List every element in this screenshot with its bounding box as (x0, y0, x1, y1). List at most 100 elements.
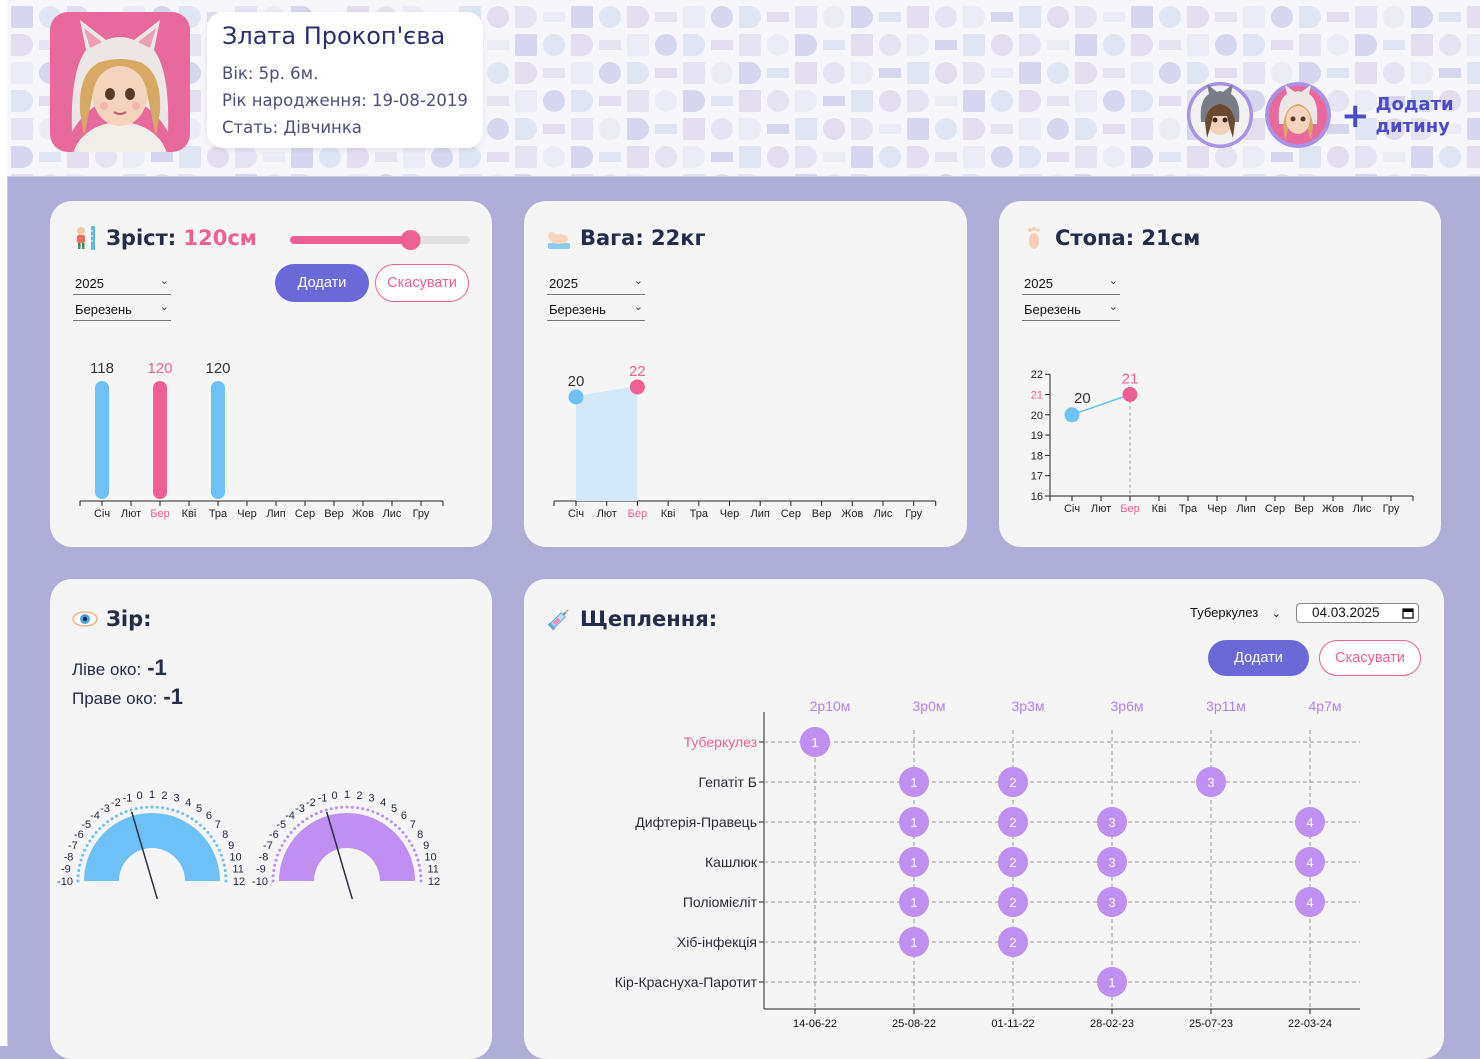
pattern-circle (711, 62, 733, 84)
pattern-square (907, 118, 929, 140)
height-month-select[interactable]: Березень ⌄ (73, 301, 171, 321)
pattern-halfround (1131, 34, 1153, 56)
x-tick-label: Жов (352, 508, 374, 520)
gauge-dot (176, 810, 180, 814)
x-tick-label: Жов (1322, 503, 1344, 515)
gauge-dot (77, 868, 81, 872)
pattern-bar (543, 124, 565, 134)
pattern-bar (767, 124, 789, 134)
gauge-tick-label: -7 (263, 840, 273, 852)
gauge-dot (212, 839, 216, 843)
gauge-dot (134, 807, 138, 811)
foot-month-select[interactable]: Березень ⌄ (1022, 301, 1120, 321)
gauge-dot (166, 807, 170, 811)
gauge-dot (305, 817, 309, 821)
vaccine-type-select[interactable]: Туберкулез ⌄ (1190, 605, 1281, 620)
height-year-select[interactable]: 2025 ⌄ (73, 275, 171, 295)
x-tick-label: Бер (628, 508, 647, 520)
pattern-circle (155, 174, 169, 176)
pattern-square (795, 174, 817, 176)
pattern-square (795, 62, 817, 84)
pattern-bar (1047, 152, 1069, 162)
chevron-down-icon: ⌄ (1271, 608, 1281, 620)
pattern-bar (1383, 40, 1405, 50)
vaccine-cancel-button[interactable]: Скасувати (1319, 640, 1421, 676)
right-eye-label: Праве око: (72, 689, 158, 708)
y-tick-label: 22 (1031, 369, 1043, 381)
pattern-bar (543, 12, 565, 22)
pattern-circle (711, 6, 733, 28)
pattern-square (907, 6, 929, 28)
pattern-square (851, 34, 873, 56)
pattern-square (179, 146, 201, 168)
height-cancel-button[interactable]: Скасувати (375, 264, 469, 302)
pattern-square (683, 62, 705, 84)
pattern-bar (1215, 12, 1237, 22)
gauge-tick-label: 4 (185, 797, 191, 809)
vaccine-category-label: Кашлюк (705, 854, 758, 870)
vaccine-date-input[interactable]: 04.03.2025 (1296, 603, 1419, 623)
gauge-dot (401, 831, 405, 835)
child-switch-avatar-2[interactable] (1265, 82, 1331, 148)
pattern-circle (1383, 6, 1405, 28)
height-title: Зріст: 120см (72, 225, 257, 251)
pattern-bar (39, 152, 61, 162)
pattern-circle (1215, 34, 1237, 56)
height-card: Зріст: 120см 2025 ⌄ Березень ⌄ Додати Скас… (50, 201, 492, 547)
vaccine-category-label: Поліомієліт (683, 894, 758, 910)
pattern-halfround (1187, 6, 1209, 28)
foot-point-label: 21 (1122, 371, 1139, 388)
gauge-dot (404, 835, 408, 839)
x-tick-label: Кві (182, 508, 197, 520)
pattern-halfround (1467, 90, 1480, 112)
height-slider[interactable] (288, 229, 472, 251)
weight-card: Вага: 22кг 2025 ⌄ Березень ⌄ Січ Лют Бер Кві Т… (524, 201, 967, 547)
gauge-dot (222, 863, 226, 867)
pattern-circle (711, 118, 733, 140)
pattern-circle (1215, 146, 1237, 168)
weight-month-select[interactable]: Березень ⌄ (547, 301, 645, 321)
pattern-circle (823, 118, 845, 140)
height-chart: Січ Лют Бер Кві Тра Чер Лип Сер Вер Жов Лис Гру 118 1… (79, 360, 444, 520)
pattern-bar (1103, 12, 1125, 22)
gauge-dot (324, 808, 328, 812)
x-tick-label: 28-02-23 (1090, 1018, 1134, 1030)
vaccine-add-button[interactable]: Додати (1208, 640, 1309, 676)
pattern-bar (823, 152, 845, 162)
pattern-square (739, 146, 761, 168)
pattern-circle (991, 34, 1013, 56)
ruler-child-icon (77, 226, 95, 250)
vaccine-dose-number: 3 (1108, 855, 1115, 870)
pattern-halfround (1411, 6, 1433, 28)
pattern-halfround (571, 90, 593, 112)
weight-year-select[interactable]: 2025 ⌄ (547, 275, 645, 295)
pattern-square (1019, 6, 1041, 28)
gauge-tick-label: -4 (285, 810, 295, 822)
gauge-dot (215, 844, 219, 848)
slider-thumb[interactable] (400, 230, 421, 250)
gauge-dot (345, 805, 349, 809)
child-switch-avatar-1[interactable] (1187, 82, 1253, 148)
pattern-circle (1103, 146, 1125, 168)
foot-year-select[interactable]: 2025 ⌄ (1022, 275, 1120, 295)
gauge-dot (221, 858, 225, 862)
pattern-square (1355, 6, 1377, 28)
gauge-arc (84, 813, 220, 881)
gauge-dot (366, 808, 370, 812)
pattern-bar (1271, 40, 1293, 50)
gauge-dot (79, 858, 83, 862)
pattern-bar (767, 68, 789, 78)
vaccine-dose-number: 2 (1009, 935, 1016, 950)
add-child-button[interactable]: + Додати дитину (1341, 94, 1454, 138)
pattern-halfround (1411, 174, 1429, 176)
pattern-halfround (1299, 62, 1321, 84)
vaccine-category-label: Гепатіт Б (698, 774, 757, 790)
gauge-dot (416, 858, 420, 862)
x-tick-label: Лис (1353, 503, 1372, 515)
x-tick-label: Кві (661, 508, 676, 520)
age-label: 4р7м (1309, 698, 1342, 714)
pattern-circle (879, 90, 901, 112)
x-tick-label: Лют (597, 508, 617, 520)
height-add-button[interactable]: Додати (275, 264, 369, 302)
gauge-tick-label: -1 (318, 793, 328, 805)
